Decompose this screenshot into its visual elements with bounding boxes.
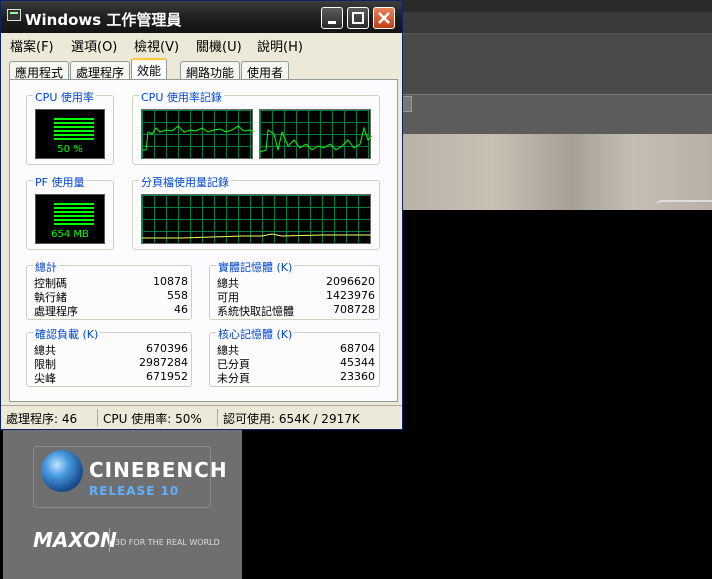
menu-shutdown[interactable]: 關機(U) (196, 36, 242, 55)
status-bar: 處理程序: 46 CPU 使用率: 50% 認可使用: 654K / 2917K (1, 405, 402, 429)
menu-help[interactable]: 說明(H) (257, 36, 303, 55)
performance-panel: CPU 使用率 50 % CPU 使用率記錄 PF 使用量 654 MB 分頁檔… (9, 79, 398, 402)
commit-peak-label: 尖峰 (34, 372, 56, 385)
task-manager-window: Windows 工作管理員 檔案(F) 選項(O) 檢視(V) 關機(U) 說明… (0, 0, 403, 430)
tab-applications[interactable]: 應用程式 (9, 61, 70, 80)
menu-bar: 檔案(F) 選項(O) 檢視(V) 關機(U) 說明(H) (1, 33, 402, 55)
menu-file[interactable]: 檔案(F) (10, 36, 54, 55)
status-divider (97, 409, 98, 426)
totals-label: 總計 (33, 259, 59, 275)
cinebench-logo-panel: CINEBENCH RELEASE 10 MAXON 3D FOR THE RE… (3, 428, 242, 579)
cinebench-sphere-icon (41, 450, 83, 492)
background-scroll-button[interactable] (402, 96, 412, 112)
close-icon (378, 12, 390, 24)
window-title: Windows 工作管理員 (25, 11, 182, 29)
cpu-history-graph-core1 (141, 109, 254, 159)
menu-options[interactable]: 選項(O) (71, 36, 117, 55)
physical-cache-label: 系統快取記憶體 (217, 305, 294, 318)
kernel-memory-group: 核心記憶體 (K) 總共 68704 已分頁 45344 未分頁 23360 (209, 326, 380, 387)
render-viewport-lower (242, 428, 400, 579)
totals-group: 總計 控制碼 10878 執行緒 558 處理程序 46 (26, 259, 192, 320)
cpu-history-group: CPU 使用率記錄 (132, 89, 380, 165)
tab-strip: 應用程式 處理程序 效能 網路功能 使用者 (9, 58, 399, 80)
background-menubar (400, 12, 712, 34)
physical-total-value: 2096620 (326, 275, 375, 288)
pf-usage-group: PF 使用量 654 MB (26, 174, 114, 250)
cpu-usage-meter: 50 % (35, 109, 105, 159)
cpu-usage-label: CPU 使用率 (33, 89, 96, 105)
commit-charge-label: 確認負載 (K) (33, 326, 101, 342)
menu-view[interactable]: 檢視(V) (134, 36, 179, 55)
kernel-memory-label: 核心記憶體 (K) (216, 326, 295, 342)
pf-history-label: 分頁檔使用量記錄 (139, 174, 231, 190)
commit-limit-value: 2987284 (139, 356, 188, 369)
cpu-history-graph-core2 (259, 109, 372, 159)
pf-usage-bars (54, 203, 94, 227)
maximize-button[interactable] (347, 7, 369, 29)
background-panel (400, 94, 712, 134)
cpu-usage-bars (54, 118, 94, 142)
cinebench-release: RELEASE 10 (89, 484, 180, 498)
render-object (656, 200, 712, 208)
commit-charge-group: 確認負載 (K) 總共 670396 限制 2987284 尖峰 671952 (26, 326, 192, 387)
kernel-total-value: 68704 (340, 342, 375, 355)
commit-peak-value: 671952 (146, 370, 188, 383)
physical-available-value: 1423976 (326, 289, 375, 302)
cpu-usage-group: CPU 使用率 50 % (26, 89, 114, 165)
pf-history-line (142, 233, 372, 239)
pf-usage-value: 654 MB (51, 229, 89, 240)
background-toolbar (400, 34, 712, 94)
task-manager-icon (7, 9, 21, 21)
close-button[interactable] (373, 7, 395, 29)
pf-usage-label: PF 使用量 (33, 174, 87, 190)
minimize-icon (328, 21, 336, 24)
tab-processes[interactable]: 處理程序 (70, 61, 131, 80)
kernel-nonpaged-label: 未分頁 (217, 372, 250, 385)
tab-users[interactable]: 使用者 (241, 61, 290, 80)
cinebench-title: CINEBENCH (89, 458, 228, 482)
minimize-button[interactable] (321, 7, 343, 29)
cpu-history-line-core1 (142, 125, 254, 151)
status-processes: 處理程序: 46 (6, 412, 78, 426)
maximize-icon (352, 12, 364, 24)
maxon-slogan: 3D FOR THE REAL WORLD (115, 538, 220, 547)
tab-performance[interactable]: 效能 (131, 58, 168, 80)
pf-usage-meter: 654 MB (35, 194, 105, 244)
render-preview-image (400, 134, 712, 210)
kernel-nonpaged-value: 23360 (340, 370, 375, 383)
totals-threads-value: 558 (167, 289, 188, 302)
cpu-usage-value: 50 % (57, 144, 83, 155)
title-bar[interactable]: Windows 工作管理員 (1, 1, 402, 33)
logo-divider (109, 528, 110, 552)
commit-total-value: 670396 (146, 342, 188, 355)
physical-memory-label: 實體記憶體 (K) (216, 259, 295, 275)
tab-networking[interactable]: 網路功能 (180, 61, 241, 80)
status-commit: 認可使用: 654K / 2917K (223, 412, 360, 426)
render-viewport (400, 210, 712, 579)
maxon-logo: MAXON (33, 528, 117, 552)
pf-history-graph (141, 194, 372, 244)
totals-handles-value: 10878 (153, 275, 188, 288)
totals-processes-label: 處理程序 (34, 305, 78, 318)
status-divider (217, 409, 218, 426)
physical-cache-value: 708728 (333, 303, 375, 316)
status-cpu: CPU 使用率: 50% (103, 412, 202, 426)
totals-processes-value: 46 (174, 303, 188, 316)
pf-history-group: 分頁檔使用量記錄 (132, 174, 380, 250)
cpu-history-label: CPU 使用率記錄 (139, 89, 224, 105)
cpu-history-line-core2 (260, 126, 372, 153)
physical-memory-group: 實體記憶體 (K) 總共 2096620 可用 1423976 系統快取記憶體 708… (209, 259, 380, 320)
kernel-paged-value: 45344 (340, 356, 375, 369)
